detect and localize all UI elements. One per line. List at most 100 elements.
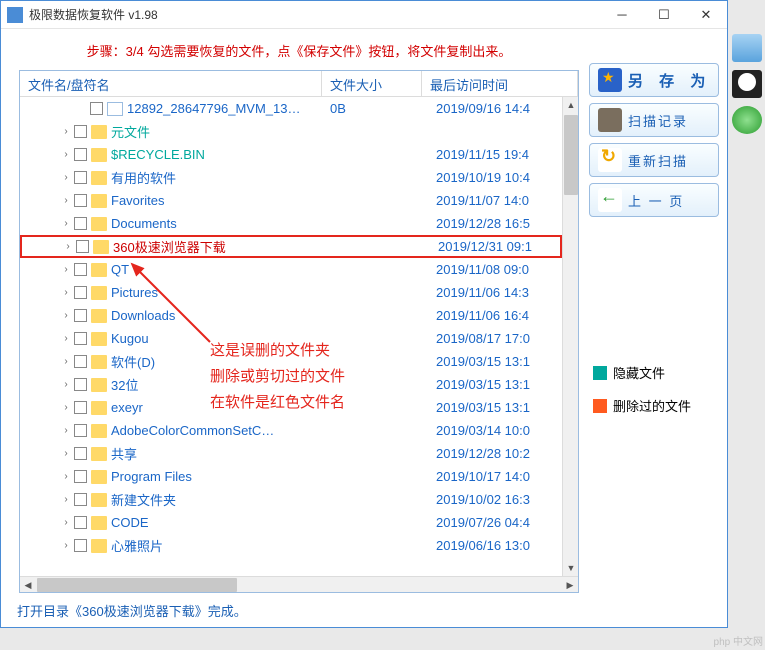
file-row[interactable]: ›Kugou2019/08/17 17:0 bbox=[20, 327, 562, 350]
checkbox[interactable] bbox=[74, 309, 87, 322]
file-row[interactable]: › 元文件 bbox=[20, 120, 562, 143]
checkbox[interactable] bbox=[74, 286, 87, 299]
expand-icon[interactable]: › bbox=[58, 448, 74, 459]
scroll-up-button[interactable]: ▲ bbox=[563, 97, 578, 113]
checkbox[interactable] bbox=[74, 539, 87, 552]
content-area: 步骤：3/4 勾选需要恢复的文件，点《保存文件》按钮，将文件复制出来。 文件名/… bbox=[1, 29, 727, 597]
scroll-left-button[interactable]: ◀ bbox=[20, 577, 36, 593]
scroll-thumb-v[interactable] bbox=[564, 115, 578, 195]
checkbox[interactable] bbox=[74, 217, 87, 230]
file-row[interactable]: ›有用的软件2019/10/19 10:4 bbox=[20, 166, 562, 189]
expand-icon[interactable]: › bbox=[60, 241, 76, 252]
folder-icon bbox=[91, 378, 107, 392]
checkbox[interactable] bbox=[74, 470, 87, 483]
expand-icon[interactable]: › bbox=[58, 287, 74, 298]
expand-icon[interactable]: › bbox=[58, 471, 74, 482]
file-name: CODE bbox=[111, 515, 149, 530]
checkbox[interactable] bbox=[74, 125, 87, 138]
scrollbar-vertical[interactable]: ▲ ▼ bbox=[562, 97, 578, 576]
qq-icon[interactable] bbox=[732, 70, 762, 98]
expand-icon[interactable]: › bbox=[58, 517, 74, 528]
file-row[interactable]: ›QT2019/11/08 09:0 bbox=[20, 258, 562, 281]
rescan-button[interactable]: 重新扫描 bbox=[589, 143, 719, 177]
file-row[interactable]: ›Pictures2019/11/06 14:3 bbox=[20, 281, 562, 304]
file-row[interactable]: ›Documents2019/12/28 16:5 bbox=[20, 212, 562, 235]
file-date: 2019/11/08 09:0 bbox=[436, 262, 529, 277]
file-row[interactable]: ›共享2019/12/28 10:2 bbox=[20, 442, 562, 465]
checkbox[interactable] bbox=[74, 263, 87, 276]
save-button[interactable]: 另 存 为 bbox=[589, 63, 719, 97]
expand-icon[interactable]: › bbox=[58, 425, 74, 436]
file-row[interactable]: ›软件(D)2019/03/15 13:1 bbox=[20, 350, 562, 373]
file-date: 2019/11/06 14:3 bbox=[436, 285, 529, 300]
checkbox[interactable] bbox=[74, 378, 87, 391]
checkbox[interactable] bbox=[74, 332, 87, 345]
file-row[interactable]: ›32位2019/03/15 13:1 bbox=[20, 373, 562, 396]
checkbox[interactable] bbox=[74, 516, 87, 529]
expand-icon[interactable]: › bbox=[58, 540, 74, 551]
expand-icon[interactable]: › bbox=[58, 310, 74, 321]
file-body: 12892_28647796_MVM_13…0B2019/09/16 14:4›… bbox=[20, 97, 578, 576]
scroll-down-button[interactable]: ▼ bbox=[563, 560, 578, 576]
legend-hidden: 隐藏文件 bbox=[593, 363, 719, 382]
checkbox[interactable] bbox=[76, 240, 89, 253]
file-row[interactable]: ›exeyr2019/03/15 13:1 bbox=[20, 396, 562, 419]
file-row[interactable]: ›CODE2019/07/26 04:4 bbox=[20, 511, 562, 534]
checkbox[interactable] bbox=[74, 148, 87, 161]
file-row[interactable]: ›Downloads2019/11/06 16:4 bbox=[20, 304, 562, 327]
file-name: AdobeColorCommonSetC… bbox=[111, 423, 274, 438]
expand-icon[interactable]: › bbox=[58, 218, 74, 229]
close-button[interactable]: ✕ bbox=[685, 2, 727, 28]
header-size[interactable]: 文件大小 bbox=[322, 71, 422, 96]
file-name: 元文件 bbox=[111, 122, 150, 141]
back-button[interactable]: 上 一 页 bbox=[589, 183, 719, 217]
expand-icon[interactable]: › bbox=[58, 264, 74, 275]
expand-icon[interactable]: › bbox=[58, 356, 74, 367]
instructions-text: 步骤：3/4 勾选需要恢复的文件，点《保存文件》按钮，将文件复制出来。 bbox=[19, 35, 579, 70]
expand-icon[interactable]: › bbox=[58, 149, 74, 160]
file-row[interactable]: ›360极速浏览器下载2019/12/31 09:1 bbox=[20, 235, 562, 258]
sidebar-icon-3[interactable] bbox=[732, 106, 762, 134]
expand-icon[interactable]: › bbox=[58, 494, 74, 505]
folder-icon bbox=[91, 171, 107, 185]
expand-icon[interactable]: › bbox=[58, 379, 74, 390]
checkbox[interactable] bbox=[74, 447, 87, 460]
scroll-thumb-h[interactable] bbox=[37, 578, 237, 592]
expand-icon[interactable]: › bbox=[58, 126, 74, 137]
expand-icon[interactable]: › bbox=[58, 195, 74, 206]
folder-icon bbox=[91, 125, 107, 139]
expand-icon[interactable]: › bbox=[58, 402, 74, 413]
app-window: 极限数据恢复软件 v1.98 ─ ☐ ✕ 步骤：3/4 勾选需要恢复的文件，点《… bbox=[0, 0, 728, 628]
maximize-button[interactable]: ☐ bbox=[643, 2, 685, 28]
file-row[interactable]: ›$RECYCLE.BIN2019/11/15 19:4 bbox=[20, 143, 562, 166]
file-row[interactable]: 12892_28647796_MVM_13…0B2019/09/16 14:4 bbox=[20, 97, 562, 120]
file-row[interactable]: ›AdobeColorCommonSetC…2019/03/14 10:0 bbox=[20, 419, 562, 442]
checkbox[interactable] bbox=[74, 355, 87, 368]
checkbox[interactable] bbox=[74, 401, 87, 414]
file-date: 2019/06/16 13:0 bbox=[436, 538, 530, 553]
scanlog-button[interactable]: 扫描记录 bbox=[589, 103, 719, 137]
checkbox[interactable] bbox=[74, 194, 87, 207]
minimize-button[interactable]: ─ bbox=[601, 2, 643, 28]
sidebar-icon-1[interactable] bbox=[732, 34, 762, 62]
file-row[interactable]: ›Program Files2019/10/17 14:0 bbox=[20, 465, 562, 488]
scrollbar-horizontal[interactable]: ◀ ▶ bbox=[20, 576, 578, 592]
checkbox[interactable] bbox=[74, 171, 87, 184]
expand-icon[interactable]: › bbox=[58, 333, 74, 344]
checkbox[interactable] bbox=[74, 493, 87, 506]
file-row[interactable]: ›Favorites2019/11/07 14:0 bbox=[20, 189, 562, 212]
header-date[interactable]: 最后访问时间 bbox=[422, 71, 578, 96]
app-icon bbox=[7, 7, 23, 23]
checkbox[interactable] bbox=[74, 424, 87, 437]
main-panel: 步骤：3/4 勾选需要恢复的文件，点《保存文件》按钮，将文件复制出来。 文件名/… bbox=[1, 29, 583, 597]
folder-icon bbox=[91, 263, 107, 277]
file-date: 2019/10/19 10:4 bbox=[436, 170, 530, 185]
camera-icon bbox=[598, 108, 622, 132]
checkbox[interactable] bbox=[90, 102, 103, 115]
header-name[interactable]: 文件名/盘符名 bbox=[20, 71, 322, 96]
expand-icon[interactable]: › bbox=[58, 172, 74, 183]
file-date: 2019/03/15 13:1 bbox=[436, 377, 530, 392]
scroll-right-button[interactable]: ▶ bbox=[562, 577, 578, 593]
file-row[interactable]: ›新建文件夹2019/10/02 16:3 bbox=[20, 488, 562, 511]
file-row[interactable]: ›心雅照片2019/06/16 13:0 bbox=[20, 534, 562, 557]
